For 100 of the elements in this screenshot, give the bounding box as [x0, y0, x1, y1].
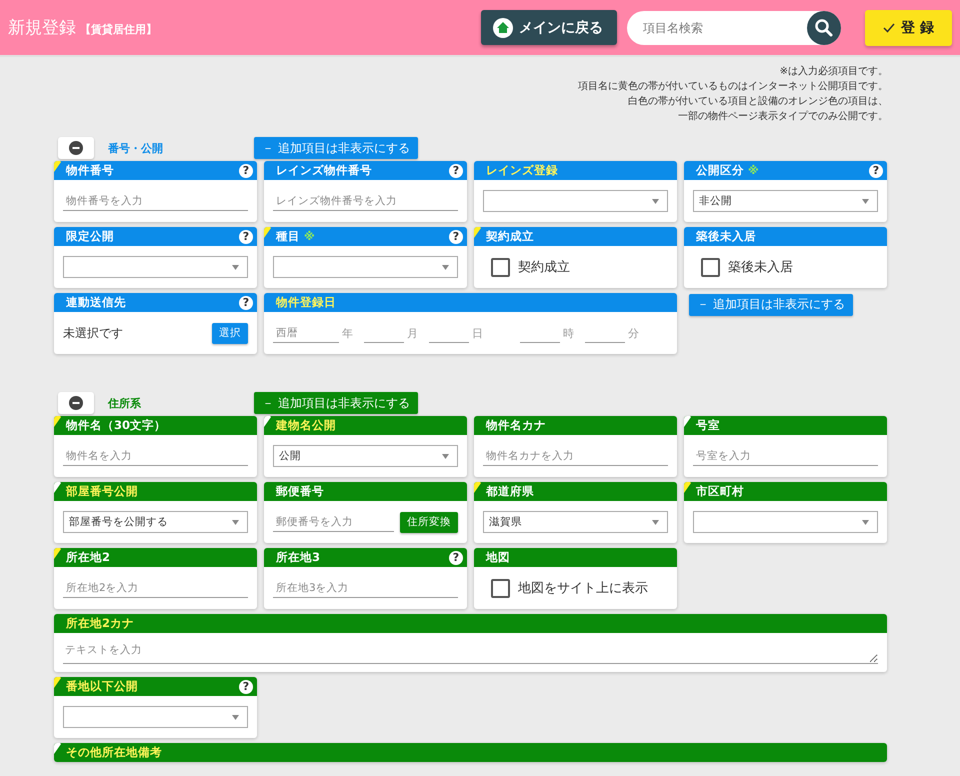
field-label: 物件名（30文字）: [66, 418, 166, 433]
field-card[interactable]: 物件番号 ? 物件番号を入力: [54, 161, 257, 222]
field-label: 部屋番号公開: [66, 484, 138, 499]
date-unit: 分: [628, 326, 639, 340]
field-label: その他所在地備考: [66, 745, 162, 760]
hide-extra-items-button[interactable]: － 追加項目は非表示にする: [254, 392, 418, 414]
address-convert-button[interactable]: 住所変換: [400, 512, 458, 532]
checkbox-label[interactable]: 契約成立: [518, 258, 570, 276]
dropdown-caret-icon: [862, 198, 869, 204]
hide-extra-items-button[interactable]: － 追加項目は非表示にする: [254, 137, 418, 159]
field-label: 都道府県: [486, 484, 534, 499]
checkbox[interactable]: [491, 258, 510, 276]
field-label: 物件番号: [66, 163, 114, 178]
dropdown-caret-icon: [442, 454, 449, 458]
select-value: 滋賀県: [489, 515, 522, 529]
field-label: 物件名カナ: [486, 418, 546, 433]
checkbox[interactable]: [701, 258, 720, 276]
help-icon[interactable]: ?: [449, 550, 463, 564]
checkbox[interactable]: [491, 578, 510, 598]
select-field[interactable]: [63, 706, 248, 728]
checkbox-label[interactable]: 地図をサイト上に表示: [518, 579, 648, 597]
select-field[interactable]: 非公開: [693, 190, 878, 212]
field-label: レインズ登録: [486, 163, 558, 178]
select-field[interactable]: 滋賀県: [483, 511, 668, 533]
date-unit: 日: [472, 326, 483, 340]
field-label: 郵便番号: [276, 484, 324, 499]
select-field[interactable]: 公開: [273, 445, 458, 467]
date-unit: 年: [342, 326, 353, 340]
collapse-button[interactable]: [58, 392, 94, 414]
field-card[interactable]: レインズ物件番号 ? レインズ物件番号を入力: [264, 161, 467, 222]
field-card[interactable]: 物件名（30文字） 物件名を入力: [54, 416, 257, 477]
field-label: 築後未入居: [696, 229, 756, 244]
collapse-button[interactable]: [58, 137, 94, 159]
help-icon[interactable]: ?: [869, 164, 883, 178]
select-field[interactable]: [273, 256, 458, 278]
select-value: 非公開: [699, 194, 732, 208]
field-label: 所在地2: [66, 550, 110, 565]
field-label: 地図: [486, 550, 510, 565]
field-label: 建物名公開: [276, 418, 336, 433]
help-icon[interactable]: ?: [239, 164, 253, 178]
notice-text: 一部の物件ページ表示タイプでのみ公開です。: [678, 110, 888, 124]
text-area[interactable]: テキストを入力: [63, 641, 878, 664]
field-label: 公開区分: [696, 163, 744, 178]
notice-text: 項目名に黄色の帯が付いているものはインターネット公開項目です。: [578, 80, 888, 94]
field-label: 所在地3: [276, 550, 320, 565]
select-value: 公開: [279, 449, 301, 463]
field-value: 未選択です: [63, 324, 124, 342]
register-button[interactable]: 登 録: [865, 10, 952, 46]
back-to-main-button[interactable]: メインに戻る: [481, 10, 618, 45]
date-unit: 月: [407, 326, 418, 340]
field-label: 号室: [696, 418, 720, 433]
home-icon: [493, 18, 514, 38]
select-value: 部屋番号を公開する: [69, 515, 168, 529]
required-mark: ※: [304, 230, 315, 243]
minus-circle-icon: [69, 141, 83, 155]
field-label: 番地以下公開: [66, 679, 138, 694]
help-icon[interactable]: ?: [449, 164, 463, 178]
checkbox-label[interactable]: 築後未入居: [728, 258, 793, 276]
page-subtitle: 【賃貸居住用】: [80, 22, 157, 37]
field-label: 種目: [276, 229, 300, 244]
required-mark: ※: [748, 164, 759, 177]
help-icon[interactable]: ?: [239, 680, 253, 694]
help-icon[interactable]: ?: [239, 296, 253, 310]
field-card[interactable]: 所在地2カナ テキストを入力: [54, 614, 887, 672]
hide-extra-items-button[interactable]: － 追加項目は非表示にする: [689, 294, 853, 316]
field-card[interactable]: 号室 号室を入力: [684, 416, 887, 477]
field-label: 契約成立: [486, 229, 534, 244]
dropdown-caret-icon: [652, 198, 659, 204]
dropdown-caret-icon: [862, 520, 869, 524]
dropdown-caret-icon: [232, 264, 239, 270]
select-field[interactable]: [483, 190, 668, 212]
minus-circle-icon: [69, 396, 83, 410]
select-field[interactable]: [693, 511, 878, 533]
field-label: 物件登録日: [276, 295, 336, 310]
field-label: 市区町村: [696, 484, 744, 499]
field-label: 所在地2カナ: [66, 616, 134, 631]
search-field[interactable]: 項目名検索: [627, 10, 842, 44]
section-title: 番号・公開: [108, 140, 164, 156]
field-label: 連動送信先: [66, 295, 126, 310]
notice-text: 白色の帯が付いている項目と設備のオレンジ色の項目は、: [628, 94, 888, 109]
help-icon[interactable]: ?: [239, 230, 253, 244]
dropdown-caret-icon: [232, 520, 239, 524]
dropdown-caret-icon: [232, 714, 239, 720]
field-card[interactable]: 所在地3 ? 所在地3を入力: [264, 548, 467, 609]
select-field[interactable]: 部屋番号を公開する: [63, 511, 248, 533]
search-button[interactable]: [807, 10, 842, 44]
dropdown-caret-icon: [652, 520, 659, 524]
notice-text: ※は入力必須項目です。: [780, 64, 888, 79]
select-button[interactable]: 選択: [212, 322, 248, 344]
field-card[interactable]: 物件名カナ 物件名カナを入力: [474, 416, 677, 477]
field-label: 限定公開: [66, 229, 114, 244]
dropdown-caret-icon: [442, 264, 449, 270]
check-icon: [883, 22, 896, 32]
date-unit: 時: [563, 326, 574, 340]
help-icon[interactable]: ?: [449, 230, 463, 244]
page-title: 新規登録: [8, 17, 76, 39]
section-title: 住所系: [108, 396, 142, 410]
select-field[interactable]: [63, 256, 248, 278]
field-label: レインズ物件番号: [276, 163, 372, 178]
field-card[interactable]: 所在地2 所在地2を入力: [54, 548, 257, 609]
